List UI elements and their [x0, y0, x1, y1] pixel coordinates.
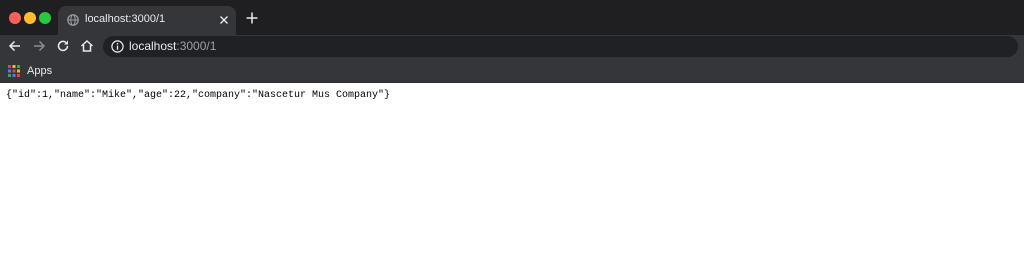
tab-strip: localhost:3000/1: [0, 0, 1024, 35]
maximize-window-button[interactable]: [39, 12, 51, 24]
url-text[interactable]: localhost:3000/1: [129, 39, 216, 53]
forward-arrow-icon[interactable]: [32, 39, 46, 53]
address-bar[interactable]: localhost:3000/1: [103, 36, 1018, 57]
browser-toolbar: localhost:3000/1: [0, 35, 1024, 58]
globe-icon: [67, 14, 79, 26]
page-content: {"id":1,"name":"Mike","age":22,"company"…: [0, 83, 1024, 270]
close-window-button[interactable]: [9, 12, 21, 24]
url-path: :3000/1: [176, 39, 217, 53]
info-icon[interactable]: [111, 40, 124, 53]
apps-grid-icon: [8, 64, 20, 77]
bookmarks-bar: Apps: [0, 58, 1024, 83]
reload-icon[interactable]: [56, 39, 70, 53]
back-arrow-icon[interactable]: [8, 39, 22, 53]
tab-title: localhost:3000/1: [85, 13, 166, 25]
new-tab-icon[interactable]: [246, 12, 258, 24]
apps-bookmark[interactable]: Apps: [8, 63, 52, 78]
json-response-text: {"id":1,"name":"Mike","age":22,"company"…: [6, 90, 391, 101]
minimize-window-button[interactable]: [24, 12, 36, 24]
url-host: localhost: [129, 39, 177, 53]
apps-label: Apps: [27, 64, 53, 77]
home-icon[interactable]: [80, 39, 94, 53]
tab-active[interactable]: localhost:3000/1: [58, 6, 236, 35]
close-tab-icon[interactable]: [219, 15, 229, 25]
